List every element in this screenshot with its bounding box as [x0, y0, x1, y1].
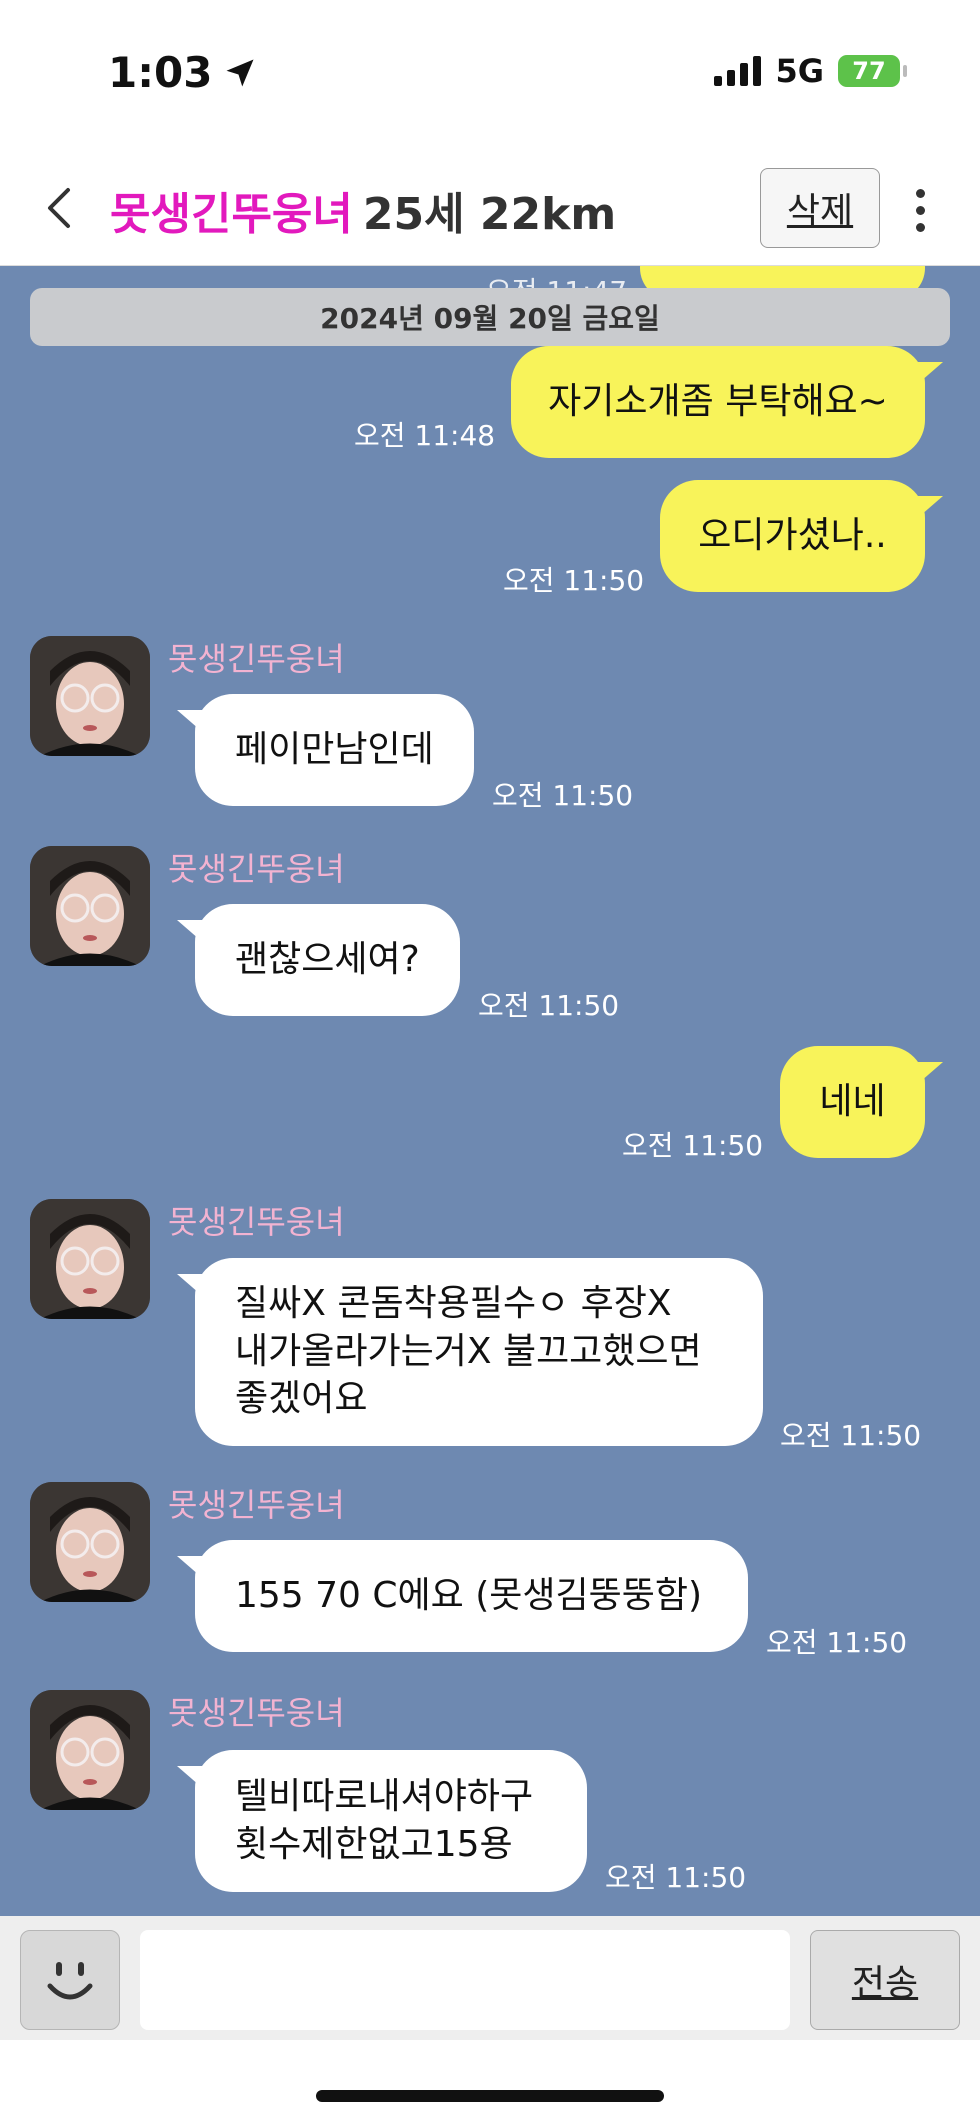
contact-meta: 25세 22km [362, 189, 617, 240]
my-message-bubble[interactable]: 오디가셨나.. [660, 480, 943, 592]
network-type: 5G [775, 52, 824, 90]
avatar-photo [30, 1482, 150, 1602]
chat-area[interactable]: 오전 11:47 2024년 09월 20일 금요일 자기소개좀 부탁해요~ 오… [0, 266, 980, 1916]
avatar-photo [30, 1199, 150, 1319]
message-time: 오전 11:48 [354, 419, 496, 452]
status-bar: 1:03 5G 77 [0, 0, 980, 150]
status-time-text: 1:03 [108, 48, 213, 97]
message-line: 질싸X 콘돔착용필수ㅇ 후장X [235, 1283, 672, 1324]
other-message-bubble[interactable]: 텔비따로내셔야하구 횟수제한없고15용 [177, 1750, 587, 1892]
message-time: 오전 11:50 [478, 989, 620, 1022]
back-chevron-icon[interactable] [30, 178, 90, 238]
message-time: 오전 11:50 [605, 1861, 747, 1894]
contact-name: 못생긴뚜웅녀 [110, 189, 353, 240]
message-line: 텔비따로내셔야하구 [235, 1776, 534, 1818]
chat-title: 못생긴뚜웅녀 25세 22km [110, 178, 616, 242]
message-text: 오디가셨나.. [698, 515, 887, 557]
sender-name: 못생긴뚜웅녀 [168, 850, 345, 888]
send-button[interactable]: 전송 [810, 1930, 960, 2030]
my-message-bubble[interactable]: 네네 [780, 1046, 943, 1158]
sender-name: 못생긴뚜웅녀 [168, 1694, 345, 1732]
message-line: 횟수제한없고15용 [235, 1824, 513, 1865]
other-message-bubble[interactable]: 괜찮으세여? [177, 904, 460, 1016]
message-text: 텔비따로내셔야하구 횟수제한없고15용 [235, 1773, 533, 1868]
location-arrow-icon [226, 59, 254, 86]
message-text: 괜찮으세여? [235, 939, 420, 981]
message-time: 오전 11:50 [503, 564, 645, 597]
avatar-photo [30, 636, 150, 756]
contact-avatar[interactable] [30, 1690, 150, 1810]
sender-name: 못생긴뚜웅녀 [168, 1486, 345, 1524]
message-line: 내가올라가는거X 불끄고했으면 [235, 1330, 702, 1372]
contact-avatar[interactable] [30, 1482, 150, 1602]
status-indicators: 5G 77 [714, 52, 907, 90]
home-indicator[interactable] [316, 2090, 664, 2102]
signal-icon [714, 56, 762, 86]
other-message-bubble[interactable]: 155 70 C에요 (못생김뚱뚱함) [177, 1540, 748, 1652]
avatar-photo [30, 846, 150, 966]
more-vertical-icon[interactable] [900, 180, 940, 240]
contact-avatar[interactable] [30, 1199, 150, 1319]
message-time: 오전 11:50 [492, 779, 634, 812]
sender-name: 못생긴뚜웅녀 [168, 1203, 345, 1241]
sender-name: 못생긴뚜웅녀 [168, 640, 345, 678]
contact-avatar[interactable] [30, 636, 150, 756]
battery-icon: 77 [838, 55, 907, 87]
emoji-button[interactable] [20, 1930, 120, 2030]
battery-level: 77 [852, 57, 886, 85]
message-text: 155 70 C에요 (못생김뚱뚱함) [235, 1575, 703, 1617]
message-text: 자기소개좀 부탁해요~ [548, 381, 888, 423]
avatar-photo [30, 1690, 150, 1810]
message-time: 오전 11:50 [780, 1419, 922, 1452]
message-text: 페이만남인데 [235, 729, 434, 771]
other-message-bubble[interactable]: 페이만남인데 [177, 694, 474, 806]
status-time: 1:03 [108, 48, 258, 97]
date-divider: 2024년 09월 20일 금요일 [30, 288, 950, 346]
message-time: 오전 11:50 [766, 1626, 908, 1659]
smiley-icon [47, 1962, 93, 2000]
my-message-bubble[interactable]: 자기소개좀 부탁해요~ [511, 346, 943, 458]
other-message-bubble[interactable]: 질싸X 콘돔착용필수ㅇ 후장X 내가올라가는거X 불끄고했으면 좋겠어요 [177, 1258, 763, 1446]
delete-button[interactable]: 삭제 [760, 168, 880, 248]
message-text: 네네 [819, 1081, 886, 1123]
chat-header: 못생긴뚜웅녀 25세 22km 삭제 [0, 150, 980, 266]
message-input[interactable] [140, 1930, 790, 2030]
contact-avatar[interactable] [30, 846, 150, 966]
message-input-bar: 전송 [0, 1916, 980, 2040]
message-line: 좋겠어요 [235, 1378, 368, 1420]
message-text: 질싸X 콘돔착용필수ㅇ 후장X 내가올라가는거X 불끄고했으면 좋겠어요 [235, 1280, 702, 1423]
message-time: 오전 11:50 [622, 1129, 764, 1162]
